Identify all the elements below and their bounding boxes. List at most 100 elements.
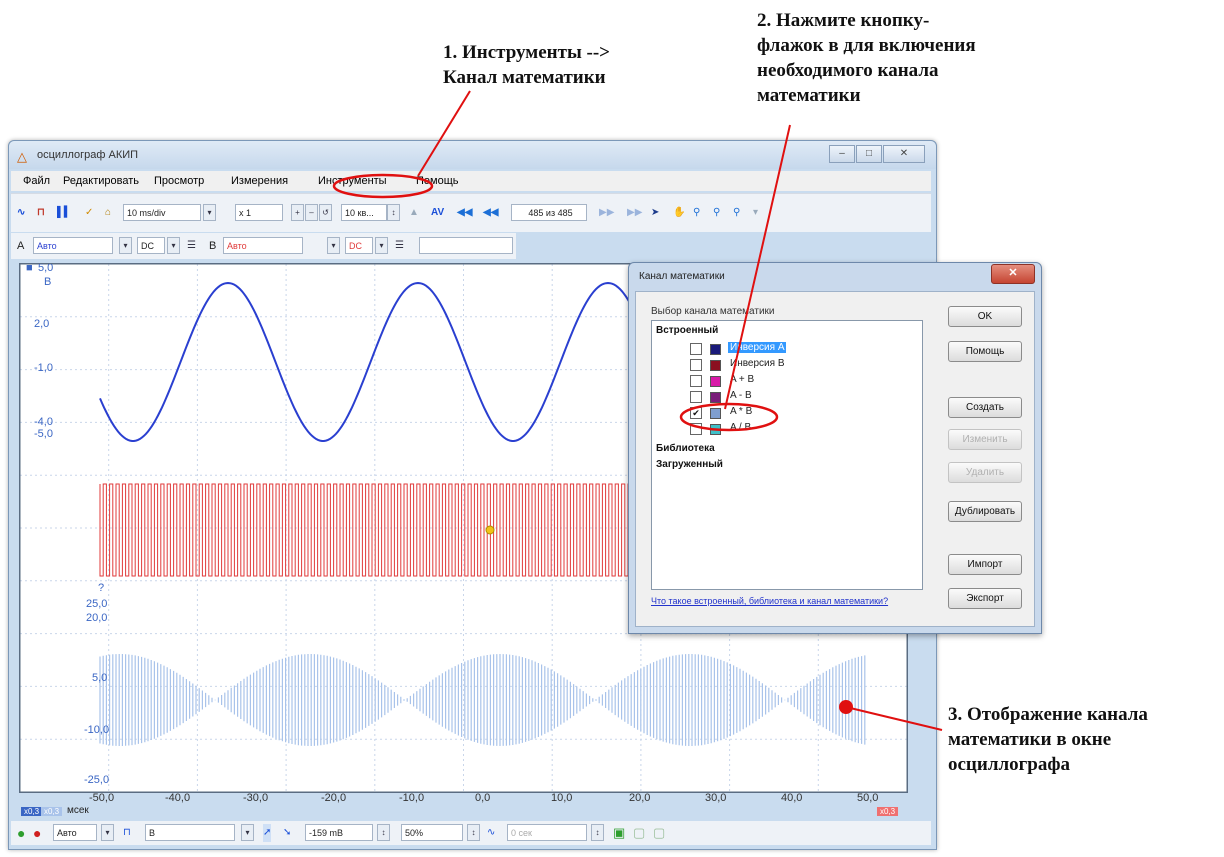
menu-measurements[interactable]: Измерения bbox=[231, 175, 288, 187]
last-buffer-icon[interactable]: ▶▶ bbox=[627, 204, 642, 222]
export-button[interactable]: Экспорт bbox=[948, 588, 1022, 609]
math-channel-item[interactable]: ✔ A * B bbox=[652, 405, 912, 420]
zoom-reset-button[interactable]: ↺ bbox=[319, 204, 332, 221]
math-channel-item[interactable]: A / B bbox=[652, 421, 912, 436]
trigger-type-icon[interactable]: ⊓ bbox=[123, 824, 131, 842]
percent-spinner[interactable]: ↕ bbox=[467, 824, 480, 841]
samples-spinner[interactable]: ↕ bbox=[387, 204, 400, 221]
channel-extra-field[interactable] bbox=[419, 237, 513, 254]
scope-view-icon[interactable]: ∿ bbox=[17, 204, 25, 222]
more-icon[interactable]: ▾ bbox=[753, 204, 758, 222]
help-link[interactable]: Что такое встроенный, библиотека и канал… bbox=[651, 596, 911, 607]
channel-b-options-icon[interactable]: ☰ bbox=[395, 237, 404, 255]
main-toolbar: ∿ ⊓ ▌▍ ✓ ⌂ 10 ms/div ▾ x 1 + – ↺ 10 кв..… bbox=[11, 193, 931, 232]
threshold-spinner[interactable]: ↕ bbox=[377, 824, 390, 841]
delay-icon[interactable]: ∿ bbox=[487, 824, 495, 842]
remove-measurement-icon[interactable]: ▢ bbox=[653, 824, 665, 842]
zoom-badge-left[interactable]: x0,3 bbox=[21, 807, 43, 816]
x-tick-6: 0,0 bbox=[475, 792, 491, 804]
signal-generator-icon[interactable]: AV bbox=[431, 204, 444, 222]
group-builtin[interactable]: Встроенный bbox=[656, 325, 718, 336]
rising-edge-icon[interactable]: ➚ bbox=[263, 824, 272, 842]
math-channel-checkbox[interactable] bbox=[690, 375, 702, 387]
math-channel-checkbox[interactable] bbox=[690, 423, 702, 435]
zoom-minus-button[interactable]: – bbox=[305, 204, 318, 221]
channel-a-coupling[interactable]: DC bbox=[137, 237, 165, 254]
samples-select[interactable]: 10 кв... bbox=[341, 204, 387, 221]
spectrum-icon[interactable]: ▌▍ bbox=[57, 204, 72, 222]
previous-buffer-icon[interactable]: ◀◀ bbox=[483, 204, 498, 222]
channel-a-coupling-dropdown[interactable]: ▾ bbox=[167, 237, 180, 254]
delete-button[interactable]: Удалить bbox=[948, 462, 1022, 483]
group-library[interactable]: Библиотека bbox=[656, 443, 715, 454]
trigger-mode-select[interactable]: Авто bbox=[53, 824, 97, 841]
channel-a-options-icon[interactable]: ☰ bbox=[187, 237, 196, 255]
dialog-close-button[interactable]: ✕ bbox=[991, 264, 1035, 284]
start-icon[interactable]: ● bbox=[17, 824, 25, 842]
timebase-dropdown[interactable]: ▾ bbox=[203, 204, 216, 221]
channel-b-coupling[interactable]: DC bbox=[345, 237, 373, 254]
menu-bar: Файл Редактировать Просмотр Измерения Ин… bbox=[11, 171, 931, 191]
zoom-select[interactable]: x 1 bbox=[235, 204, 283, 221]
pointer-icon[interactable]: ➤ bbox=[651, 204, 659, 222]
probe-icon[interactable]: ✓ bbox=[85, 204, 93, 222]
trigger-delay[interactable]: 0 сек bbox=[507, 824, 587, 841]
math-channel-label: A - B bbox=[730, 390, 752, 401]
menu-file[interactable]: Файл bbox=[23, 175, 50, 187]
x-tick-3: -30,0 bbox=[243, 792, 269, 804]
menu-help[interactable]: Помощь bbox=[416, 175, 459, 187]
next-buffer-icon[interactable]: ▶▶ bbox=[599, 204, 614, 222]
zoom-in-icon[interactable]: ⚲ bbox=[713, 204, 720, 222]
close-button[interactable]: ✕ bbox=[883, 145, 925, 163]
zoom-badge-right[interactable]: x0,3 bbox=[877, 807, 899, 816]
channel-b-range-dropdown[interactable]: ▾ bbox=[327, 237, 340, 254]
trigger-channel-select[interactable]: B bbox=[145, 824, 235, 841]
channel-b-coupling-dropdown[interactable]: ▾ bbox=[375, 237, 388, 254]
create-button[interactable]: Создать bbox=[948, 397, 1022, 418]
maximize-button[interactable]: □ bbox=[856, 145, 882, 163]
trigger-mode-dropdown[interactable]: ▾ bbox=[101, 824, 114, 841]
math-channel-item[interactable]: A - B bbox=[652, 389, 912, 404]
channel-a-range-dropdown[interactable]: ▾ bbox=[119, 237, 132, 254]
zoom-area-icon[interactable]: ⚲ bbox=[693, 204, 700, 222]
zoom-plus-button[interactable]: + bbox=[291, 204, 304, 221]
edit-button[interactable]: Изменить bbox=[948, 429, 1022, 450]
math-channel-checkbox[interactable] bbox=[690, 359, 702, 371]
autoset-icon[interactable]: ▲ bbox=[409, 204, 419, 222]
zoom-badge-left-2[interactable]: x0,3 bbox=[41, 807, 63, 816]
import-button[interactable]: Импорт bbox=[948, 554, 1022, 575]
trigger-channel-dropdown[interactable]: ▾ bbox=[241, 824, 254, 841]
menu-tools[interactable]: Инструменты bbox=[318, 175, 387, 187]
math-channel-item[interactable]: Инверсия B bbox=[652, 357, 912, 372]
first-buffer-icon[interactable]: ◀◀ bbox=[457, 204, 472, 222]
math-channel-checkbox[interactable] bbox=[690, 391, 702, 403]
hand-icon[interactable]: ✋ bbox=[673, 204, 685, 222]
title-bar[interactable]: △ осциллограф АКИП – □ ✕ bbox=[9, 141, 936, 169]
persistence-icon[interactable]: ⊓ bbox=[37, 204, 45, 222]
pretrigger-percent[interactable]: 50% bbox=[401, 824, 463, 841]
delay-spinner[interactable]: ↕ bbox=[591, 824, 604, 841]
add-measurement-icon[interactable]: ▣ bbox=[613, 824, 625, 842]
timebase-select[interactable]: 10 ms/div bbox=[123, 204, 201, 221]
help-button[interactable]: Помощь bbox=[948, 341, 1022, 362]
channel-a-range[interactable]: Авто bbox=[33, 237, 113, 254]
channel-b-range[interactable]: Авто bbox=[223, 237, 303, 254]
math-channel-item[interactable]: Инверсия A bbox=[652, 341, 912, 356]
edit-measurement-icon[interactable]: ▢ bbox=[633, 824, 645, 842]
menu-view[interactable]: Просмотр bbox=[154, 175, 204, 187]
trigger-threshold[interactable]: -159 mB bbox=[305, 824, 373, 841]
math-channel-checkbox[interactable] bbox=[690, 343, 702, 355]
math-axis-label-2: 25,0 bbox=[86, 598, 108, 610]
group-loaded[interactable]: Загруженный bbox=[656, 459, 723, 470]
menu-edit[interactable]: Редактировать bbox=[63, 175, 139, 187]
math-channel-item[interactable]: A + B bbox=[652, 373, 912, 388]
ok-button[interactable]: OK bbox=[948, 306, 1022, 327]
home-icon[interactable]: ⌂ bbox=[105, 204, 111, 222]
math-channel-checkbox[interactable]: ✔ bbox=[690, 407, 702, 419]
duplicate-button[interactable]: Дублировать bbox=[948, 501, 1022, 522]
minimize-button[interactable]: – bbox=[829, 145, 855, 163]
zoom-out-icon[interactable]: ⚲ bbox=[733, 204, 740, 222]
stop-icon[interactable]: ● bbox=[33, 824, 41, 842]
falling-edge-icon[interactable]: ➘ bbox=[283, 824, 291, 842]
app-logo-icon: △ bbox=[17, 149, 27, 164]
